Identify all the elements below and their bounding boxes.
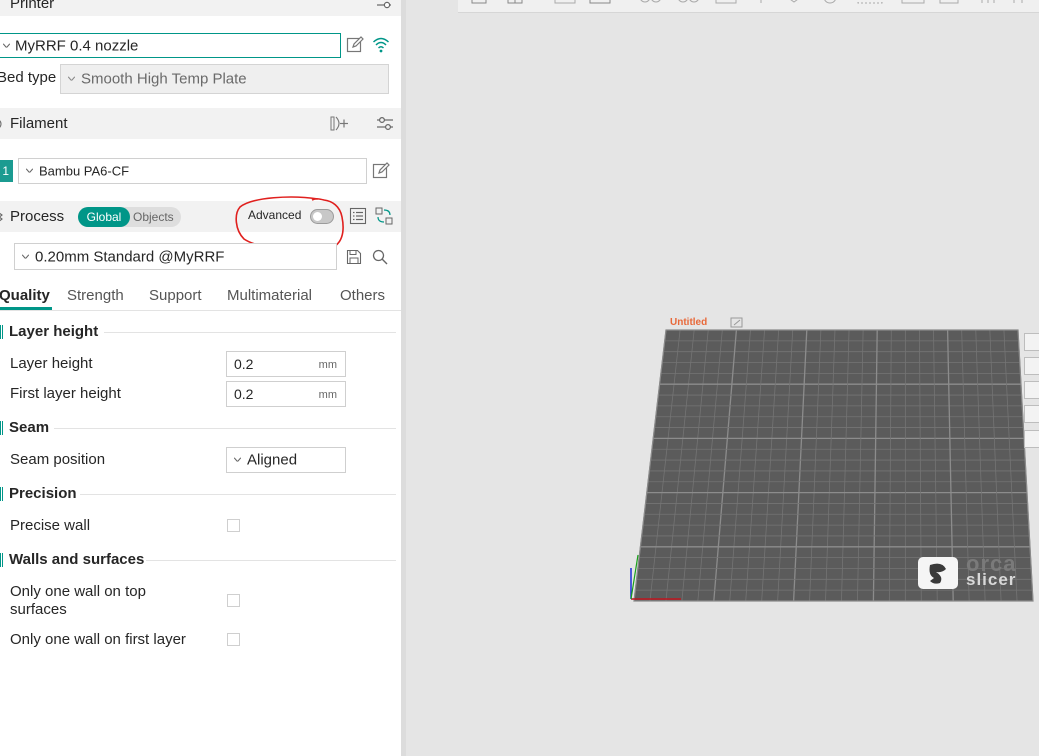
chevron-down-icon xyxy=(68,76,75,81)
printer-section-header: Printer xyxy=(0,0,401,16)
layer-height-value: 0.2 xyxy=(234,356,254,372)
process-section-icon xyxy=(0,212,3,222)
tab-multimaterial[interactable]: Multimaterial xyxy=(227,287,312,304)
group-divider xyxy=(54,428,396,429)
plate-name: Untitled xyxy=(670,317,708,328)
walls-group-title: Walls and surfaces xyxy=(9,551,145,568)
plate-lock-icon[interactable] xyxy=(1024,357,1039,375)
one-wall-top-label: Only one wall on top surfaces xyxy=(10,583,146,618)
group-marker xyxy=(0,421,3,435)
printer-preset-value: MyRRF 0.4 nozzle xyxy=(15,37,139,54)
one-wall-first-label: Only one wall on first layer xyxy=(10,631,186,648)
build-plate[interactable] xyxy=(406,0,1039,756)
seam-position-label: Seam position xyxy=(10,451,106,468)
plate-close-icon[interactable] xyxy=(1024,333,1039,351)
tab-others[interactable]: Others xyxy=(340,287,385,304)
bed-type-value: Smooth High Temp Plate xyxy=(81,70,247,88)
settings-panel: Printer MyRRF 0.4 nozzle Bed type Smooth… xyxy=(0,0,401,756)
toggle-global[interactable]: Global xyxy=(78,207,130,227)
chevron-down-icon xyxy=(26,168,33,173)
precision-group-title: Precision xyxy=(9,485,77,502)
tabs-divider xyxy=(0,310,401,311)
layer-height-unit: mm xyxy=(318,359,337,371)
group-marker xyxy=(0,325,3,339)
filament-slot-badge[interactable]: 1 xyxy=(0,160,13,182)
tab-strength[interactable]: Strength xyxy=(67,287,124,304)
first-layer-height-value: 0.2 xyxy=(234,386,254,402)
chevron-down-icon xyxy=(234,457,241,462)
tab-quality[interactable]: Quality xyxy=(0,287,50,304)
filament-section-icon xyxy=(0,120,2,128)
seam-position-combo[interactable]: Aligned xyxy=(226,447,346,473)
first-layer-height-unit: mm xyxy=(318,389,337,401)
bed-type-combo[interactable]: Smooth High Temp Plate xyxy=(60,64,389,94)
one-wall-top-checkbox[interactable] xyxy=(227,594,240,607)
one-wall-first-checkbox[interactable] xyxy=(227,633,240,646)
swap-presets-icon[interactable] xyxy=(375,207,393,225)
add-filament-icon[interactable] xyxy=(329,115,349,132)
seam-group-title: Seam xyxy=(9,419,50,436)
filament-section-header: Filament xyxy=(0,108,401,139)
layer-height-group-title: Layer height xyxy=(9,323,99,340)
process-section-title: Process xyxy=(10,208,65,225)
save-preset-icon[interactable] xyxy=(346,249,362,265)
filament-settings-icon[interactable] xyxy=(376,115,394,132)
first-layer-height-label: First layer height xyxy=(10,385,121,402)
global-objects-toggle[interactable]: Global Objects xyxy=(78,207,181,227)
group-divider xyxy=(104,332,396,333)
filament-preset-combo[interactable]: Bambu PA6-CF xyxy=(18,158,367,184)
3d-viewport[interactable]: Untitled orca slicer xyxy=(406,0,1039,756)
printer-preset-combo[interactable]: MyRRF 0.4 nozzle xyxy=(0,33,341,58)
group-divider xyxy=(146,560,396,561)
process-preset-combo[interactable]: 0.20mm Standard @MyRRF xyxy=(14,243,337,270)
printer-settings-icon[interactable] xyxy=(376,0,392,10)
edit-printer-icon[interactable] xyxy=(346,36,364,54)
group-marker xyxy=(0,487,3,501)
layer-height-field[interactable]: 0.2 mm xyxy=(226,351,346,377)
layer-height-label: Layer height xyxy=(10,355,93,372)
printer-section-title: Printer xyxy=(10,0,55,12)
plate-orient-icon[interactable] xyxy=(1024,405,1039,423)
toggle-objects[interactable]: Objects xyxy=(133,210,174,224)
edit-plate-name-icon[interactable] xyxy=(730,317,744,328)
edit-filament-icon[interactable] xyxy=(372,162,390,180)
tab-support[interactable]: Support xyxy=(149,287,202,304)
logo-word-bottom: slicer xyxy=(966,570,1017,589)
plate-settings-icon[interactable] xyxy=(1024,430,1039,448)
seam-position-value: Aligned xyxy=(247,451,298,469)
compare-presets-icon[interactable] xyxy=(349,207,367,225)
process-preset-value: 0.20mm Standard @MyRRF xyxy=(35,248,225,265)
wifi-icon[interactable] xyxy=(372,35,390,53)
search-icon[interactable] xyxy=(372,249,388,265)
first-layer-height-field[interactable]: 0.2 mm xyxy=(226,381,346,407)
group-divider xyxy=(80,494,396,495)
filament-section-title: Filament xyxy=(10,115,68,132)
plate-arrange-icon[interactable] xyxy=(1024,381,1039,399)
precise-wall-checkbox[interactable] xyxy=(227,519,240,532)
bed-type-label: Bed type xyxy=(0,69,57,86)
filament-preset-value: Bambu PA6-CF xyxy=(39,163,130,179)
precise-wall-label: Precise wall xyxy=(10,517,91,534)
group-marker xyxy=(0,553,3,567)
chevron-down-icon xyxy=(3,43,10,48)
chevron-down-icon xyxy=(22,254,29,259)
orca-logo-icon xyxy=(918,557,958,589)
